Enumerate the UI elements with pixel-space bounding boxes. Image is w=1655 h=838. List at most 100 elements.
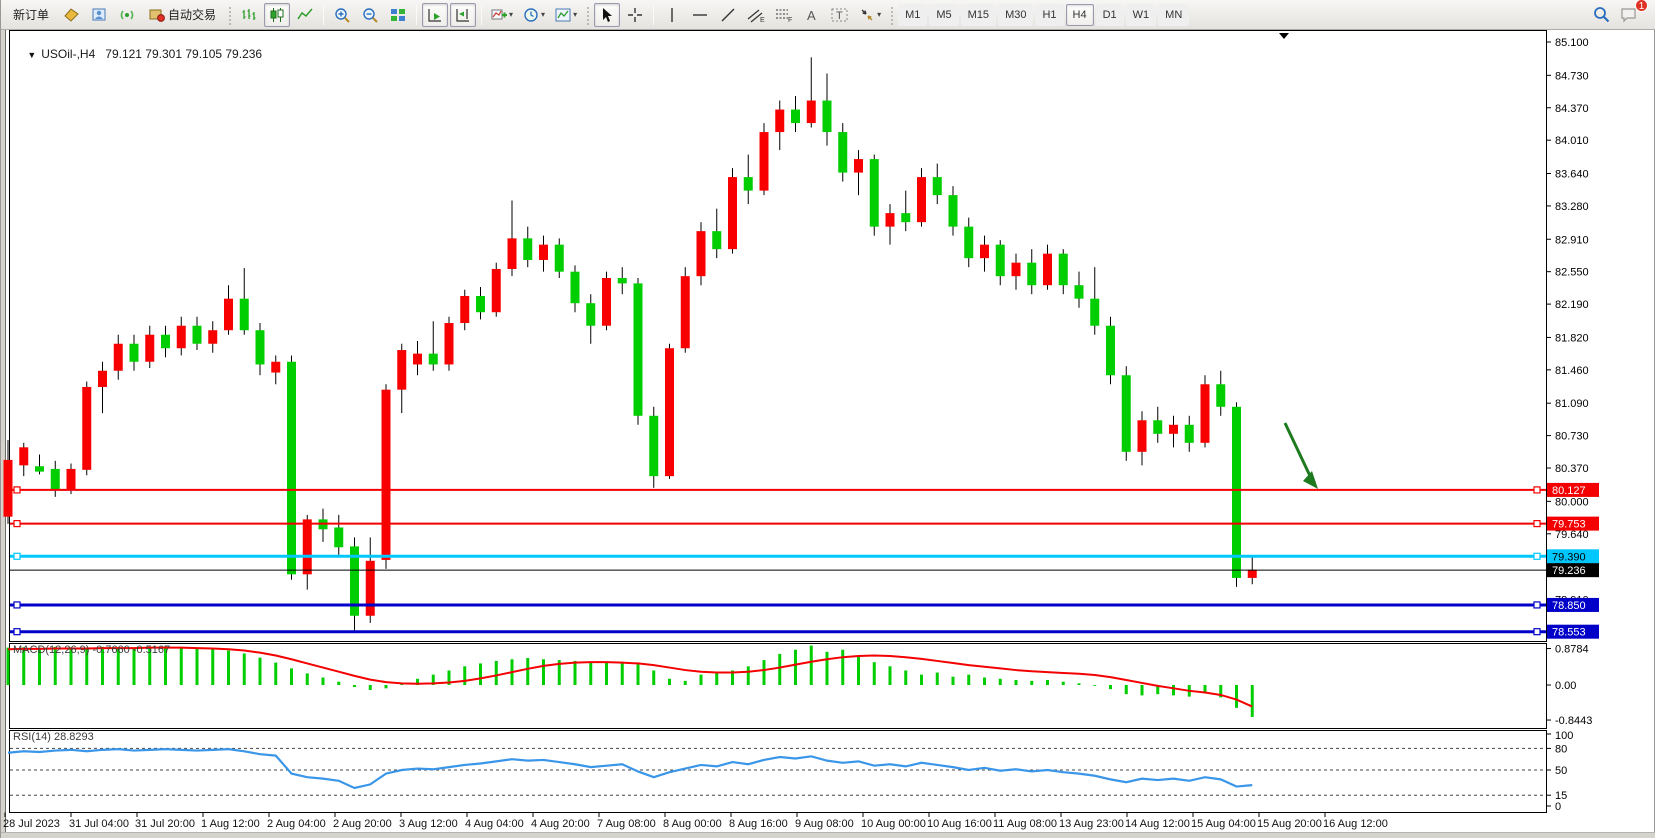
timeframe-bar: M1M5M15M30H1H4D1W1MN: [897, 4, 1190, 26]
candle-bull: [114, 344, 123, 371]
line-chart-button[interactable]: [292, 3, 318, 27]
price-tick-label: 80.730: [1555, 431, 1589, 443]
candle-bear: [996, 245, 1005, 277]
line-anchor-handle[interactable]: [14, 521, 20, 527]
profiles-button[interactable]: [58, 3, 84, 27]
trendline-button[interactable]: [715, 3, 741, 27]
toolbar-grip[interactable]: [889, 5, 894, 25]
candle-bull: [445, 323, 454, 364]
rsi-indicator-label: RSI(14) 28.8293: [13, 731, 94, 743]
time-tick-label: 31 Jul 20:00: [135, 818, 195, 830]
line-anchor-handle[interactable]: [14, 602, 20, 608]
autotrading-button[interactable]: 自动交易: [142, 3, 223, 27]
zoom-in-button[interactable]: [329, 3, 355, 27]
vertical-line-button[interactable]: [659, 3, 685, 27]
template-chart-icon: [555, 7, 571, 23]
candle-bear: [240, 299, 249, 331]
timeframe-d1-button[interactable]: D1: [1096, 4, 1124, 26]
svg-text:E: E: [760, 17, 765, 23]
auto-scroll-button[interactable]: [422, 3, 448, 27]
timeframe-m15-button[interactable]: M15: [961, 4, 996, 26]
chart-shift-button[interactable]: [450, 3, 476, 27]
candle-bull: [460, 296, 469, 323]
candle-bear: [35, 466, 44, 471]
timeframe-m1-button[interactable]: M1: [898, 4, 927, 26]
candle-bear: [476, 296, 485, 312]
candle-bull: [1169, 425, 1178, 434]
quick-trade-toggle-icon[interactable]: ▼: [27, 50, 36, 60]
line-anchor-handle[interactable]: [1534, 521, 1540, 527]
candle-bear: [1185, 425, 1194, 443]
timeframe-h1-button[interactable]: H1: [1035, 4, 1063, 26]
line-anchor-handle[interactable]: [1534, 487, 1540, 493]
timeframe-mn-button[interactable]: MN: [1158, 4, 1189, 26]
time-tick-label: 10 Aug 00:00: [861, 818, 926, 830]
templates-button[interactable]: ▾: [551, 3, 581, 27]
line-anchor-handle[interactable]: [14, 487, 20, 493]
price-tag-label: 79.390: [1552, 551, 1586, 563]
timeframe-m30-button[interactable]: M30: [998, 4, 1033, 26]
time-tick-label: 4 Aug 04:00: [465, 818, 524, 830]
notifications-button[interactable]: 1: [1616, 3, 1642, 27]
toolbar-grip[interactable]: [227, 5, 232, 25]
candle-bear: [287, 362, 296, 575]
candle-bear: [1232, 407, 1241, 578]
data-window-button[interactable]: [86, 3, 112, 27]
autotrading-label: 自动交易: [168, 6, 216, 23]
periods-button[interactable]: ▾: [519, 3, 549, 27]
candle-bear: [334, 527, 343, 547]
candle-bear: [901, 213, 910, 222]
arrows-icon: [859, 7, 875, 23]
horizontal-line-button[interactable]: [687, 3, 713, 27]
time-tick-label: 9 Aug 08:00: [795, 818, 854, 830]
line-anchor-handle[interactable]: [1534, 602, 1540, 608]
indicators-button[interactable]: ▾: [487, 3, 517, 27]
candle-bear: [555, 245, 564, 272]
chart-title: ▼ USOil-,H4 79.121 79.301 79.105 79.236: [14, 33, 262, 75]
line-anchor-handle[interactable]: [1534, 629, 1540, 635]
candle-bull: [775, 110, 784, 133]
candle-bull: [224, 299, 233, 331]
new-order-button[interactable]: 新订单: [6, 3, 56, 27]
line-anchor-handle[interactable]: [1534, 553, 1540, 559]
rsi-pane[interactable]: [10, 731, 1547, 813]
text-button[interactable]: A: [799, 3, 825, 27]
text-label-button[interactable]: T: [827, 3, 853, 27]
arrows-button[interactable]: ▾: [855, 3, 885, 27]
candle-bull: [271, 362, 280, 373]
candle-bear: [523, 238, 532, 260]
candle-bull: [728, 177, 737, 249]
chart-canvas[interactable]: 85.10084.73084.37084.01083.64083.28082.9…: [1, 0, 1655, 838]
cursor-button[interactable]: [594, 3, 620, 27]
gold-diamond-icon: [63, 7, 80, 23]
bar-chart-button[interactable]: [236, 3, 262, 27]
tile-windows-button[interactable]: [385, 3, 411, 27]
time-tick-label: 2 Aug 20:00: [333, 818, 392, 830]
signals-button[interactable]: [114, 3, 140, 27]
time-tick-label: 11 Aug 08:00: [993, 818, 1057, 830]
chart-title-text: USOil-,H4 79.121 79.301 79.105 79.236: [41, 47, 262, 61]
candle-bull: [303, 519, 312, 574]
fibonacci-button[interactable]: F: [771, 3, 797, 27]
auto-scroll-icon: [427, 7, 443, 23]
line-anchor-handle[interactable]: [14, 629, 20, 635]
text-label-icon: T: [831, 7, 849, 23]
candle-bull: [4, 460, 13, 517]
crosshair-button[interactable]: [622, 3, 648, 27]
candle-bear: [949, 195, 958, 227]
candle-bear: [1090, 299, 1099, 326]
timeframe-m5-button[interactable]: M5: [929, 4, 958, 26]
timeframe-w1-button[interactable]: W1: [1126, 4, 1157, 26]
search-button[interactable]: [1588, 3, 1614, 27]
timeframe-h4-button[interactable]: H4: [1066, 4, 1094, 26]
rsi-tick-label: 80: [1555, 743, 1567, 755]
toolbar-grip[interactable]: [585, 5, 590, 25]
macd-pane[interactable]: [10, 644, 1547, 729]
line-anchor-handle[interactable]: [14, 553, 20, 559]
zoom-out-button[interactable]: [357, 3, 383, 27]
candle-bear: [1216, 384, 1225, 407]
channel-button[interactable]: E: [743, 3, 769, 27]
chart-shift-icon: [455, 7, 471, 23]
candlestick-chart-icon: [269, 7, 285, 23]
candlestick-chart-button[interactable]: [264, 3, 290, 27]
